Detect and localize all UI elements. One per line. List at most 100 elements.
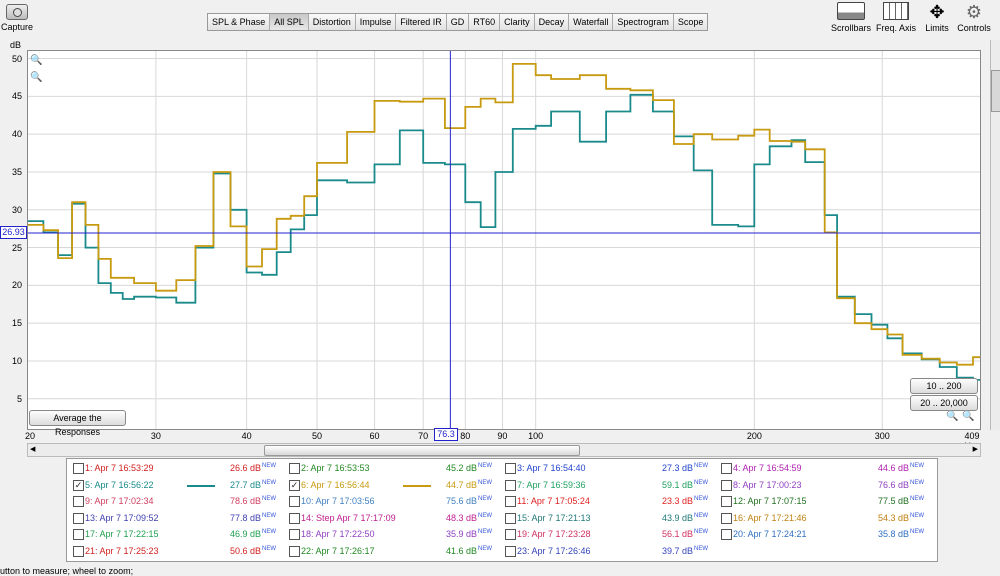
range-10-200-button[interactable]: 10 .. 200 — [910, 378, 978, 394]
tab-filtered-ir[interactable]: Filtered IR — [396, 14, 447, 30]
legend-item: 12: Apr 7 17:07:15 77.5 dBNEW — [715, 494, 933, 508]
legend-checkbox[interactable] — [721, 529, 732, 540]
legend-name[interactable]: 1: Apr 7 16:53:29 — [85, 463, 154, 473]
legend-name[interactable]: 15: Apr 7 17:21:13 — [517, 513, 591, 523]
legend-name[interactable]: 7: Apr 7 16:59:36 — [517, 480, 586, 490]
new-badge: NEW — [694, 463, 709, 469]
tab-spectrogram[interactable]: Spectrogram — [613, 14, 674, 30]
legend-value: 46.9 dBNEW — [230, 529, 276, 539]
x-tick-label: 100 — [528, 431, 544, 441]
x-tick-label: 200 — [746, 431, 762, 441]
legend-item: 17: Apr 7 17:22:15 46.9 dBNEW — [67, 527, 285, 541]
zoom-out-x-icon[interactable]: 🔍 — [946, 411, 958, 422]
legend-name[interactable]: 4: Apr 7 16:54:59 — [733, 463, 802, 473]
zoom-in-icon[interactable]: 🔍 — [30, 55, 42, 66]
controls-button[interactable]: ⚙ Controls — [955, 2, 993, 33]
spl-graph[interactable] — [27, 50, 981, 430]
legend-name[interactable]: 19: Apr 7 17:23:28 — [517, 529, 591, 539]
legend-name[interactable]: 21: Apr 7 17:25:23 — [85, 546, 159, 556]
tab-all-spl[interactable]: All SPL — [270, 14, 309, 30]
x-tick-label: 60 — [369, 431, 380, 441]
legend-value-text: 35.8 dB — [878, 529, 910, 539]
legend-checkbox[interactable] — [73, 463, 84, 474]
scroll-left-icon[interactable]: ◀ — [30, 445, 35, 453]
legend-name[interactable]: 10: Apr 7 17:03:56 — [301, 496, 375, 506]
freq-axis-button[interactable]: Freq. Axis — [875, 2, 917, 33]
legend-item: 2: Apr 7 16:53:53 45.2 dBNEW — [283, 461, 501, 475]
tab-decay[interactable]: Decay — [534, 14, 570, 30]
tab-impulse[interactable]: Impulse — [355, 14, 397, 30]
legend-checkbox[interactable] — [289, 529, 300, 540]
tab-rt60[interactable]: RT60 — [469, 14, 501, 30]
legend-name[interactable]: 18: Apr 7 17:22:50 — [301, 529, 375, 539]
capture-button[interactable]: Capture — [0, 0, 34, 40]
legend-name[interactable]: 11: Apr 7 17:05:24 — [517, 496, 590, 506]
tab-spl-phase[interactable]: SPL & Phase — [208, 14, 271, 30]
legend-name[interactable]: 13: Apr 7 17:09:52 — [85, 513, 159, 523]
legend-checkbox[interactable] — [505, 479, 516, 491]
legend-name[interactable]: 14: Step Apr 7 17:17:09 — [301, 513, 396, 523]
x-tick-label: 50 — [312, 431, 323, 441]
legend-checkbox[interactable] — [505, 463, 516, 474]
legend-name[interactable]: 8: Apr 7 17:00:23 — [733, 480, 802, 490]
legend-checkbox[interactable] — [505, 545, 516, 557]
zoom-out-icon[interactable]: 🔍 — [30, 72, 42, 83]
vertical-scroll-thumb[interactable] — [991, 70, 1000, 112]
y-tick-label: 5 — [16, 393, 22, 404]
tab-waterfall[interactable]: Waterfall — [569, 14, 614, 30]
scrollbars-button[interactable]: Scrollbars — [830, 2, 872, 33]
legend-checkbox[interactable] — [289, 496, 300, 507]
legend-checkbox[interactable] — [721, 463, 732, 474]
legend-name[interactable]: 3: Apr 7 16:54:40 — [517, 463, 586, 473]
tab-gd[interactable]: GD — [446, 14, 470, 30]
scroll-right-icon[interactable]: ▶ — [973, 445, 978, 453]
legend-name[interactable]: 17: Apr 7 17:22:15 — [85, 529, 159, 539]
legend-name[interactable]: 22: Apr 7 17:26:17 — [301, 546, 375, 556]
legend-name[interactable]: 12: Apr 7 17:07:15 — [733, 496, 807, 506]
average-responses-button[interactable]: Average the Responses — [29, 410, 126, 437]
legend-name[interactable]: 20: Apr 7 17:24:21 — [733, 529, 807, 539]
legend-checkbox[interactable] — [289, 545, 300, 557]
legend-checkbox[interactable] — [73, 512, 84, 524]
legend-value: 77.8 dBNEW — [230, 513, 276, 523]
tab-clarity[interactable]: Clarity — [500, 14, 535, 30]
zoom-in-x-icon[interactable]: 🔍 — [962, 411, 974, 422]
legend-item: 18: Apr 7 17:22:50 35.9 dBNEW — [283, 527, 501, 541]
legend-name[interactable]: 23: Apr 7 17:26:46 — [517, 546, 591, 556]
legend-checkbox[interactable] — [505, 529, 516, 540]
legend-item: 1: Apr 7 16:53:29 26.6 dBNEW — [67, 461, 285, 475]
legend-value-text: 77.5 dB — [878, 496, 910, 506]
y-tick-label: 15 — [11, 318, 22, 329]
legend-name[interactable]: 16: Apr 7 17:21:46 — [733, 513, 807, 523]
legend-checkbox[interactable] — [505, 496, 516, 507]
legend-item: ✓ 5: Apr 7 16:56:22 27.7 dBNEW — [67, 478, 285, 492]
vertical-scrollbar[interactable] — [990, 40, 1000, 430]
legend-name[interactable]: 5: Apr 7 16:56:22 — [85, 480, 154, 490]
range-20-20000-button[interactable]: 20 .. 20,000 — [910, 395, 978, 411]
limits-button[interactable]: ✥ Limits — [920, 2, 954, 33]
legend-checkbox[interactable]: ✓ — [73, 479, 84, 491]
x-tick-label: 80 — [460, 431, 471, 441]
legend-item: 11: Apr 7 17:05:24 23.3 dBNEW — [499, 494, 717, 508]
tab-distortion[interactable]: Distortion — [308, 14, 356, 30]
new-badge: NEW — [262, 529, 277, 535]
legend-name[interactable]: 6: Apr 7 16:56:44 — [301, 480, 370, 490]
legend-checkbox[interactable] — [721, 512, 732, 524]
legend-name[interactable]: 2: Apr 7 16:53:53 — [301, 463, 370, 473]
new-badge: NEW — [694, 529, 709, 535]
legend-checkbox[interactable] — [73, 529, 84, 540]
legend-value: 41.6 dBNEW — [446, 546, 492, 556]
legend-checkbox[interactable] — [73, 496, 84, 507]
legend-checkbox[interactable] — [505, 512, 516, 524]
legend-checkbox[interactable]: ✓ — [289, 479, 300, 491]
legend-checkbox[interactable] — [73, 545, 84, 557]
legend-checkbox[interactable] — [289, 512, 300, 524]
legend-name[interactable]: 9: Apr 7 17:02:34 — [85, 496, 154, 506]
legend-checkbox[interactable] — [721, 479, 732, 491]
legend-checkbox[interactable] — [289, 463, 300, 474]
horizontal-scroll-thumb[interactable] — [264, 445, 580, 456]
legend-value-text: 27.7 dB — [230, 479, 262, 490]
tab-scope[interactable]: Scope — [673, 14, 708, 30]
legend-checkbox[interactable] — [721, 496, 732, 507]
horizontal-scrollbar[interactable]: ◀ ▶ — [27, 443, 981, 457]
